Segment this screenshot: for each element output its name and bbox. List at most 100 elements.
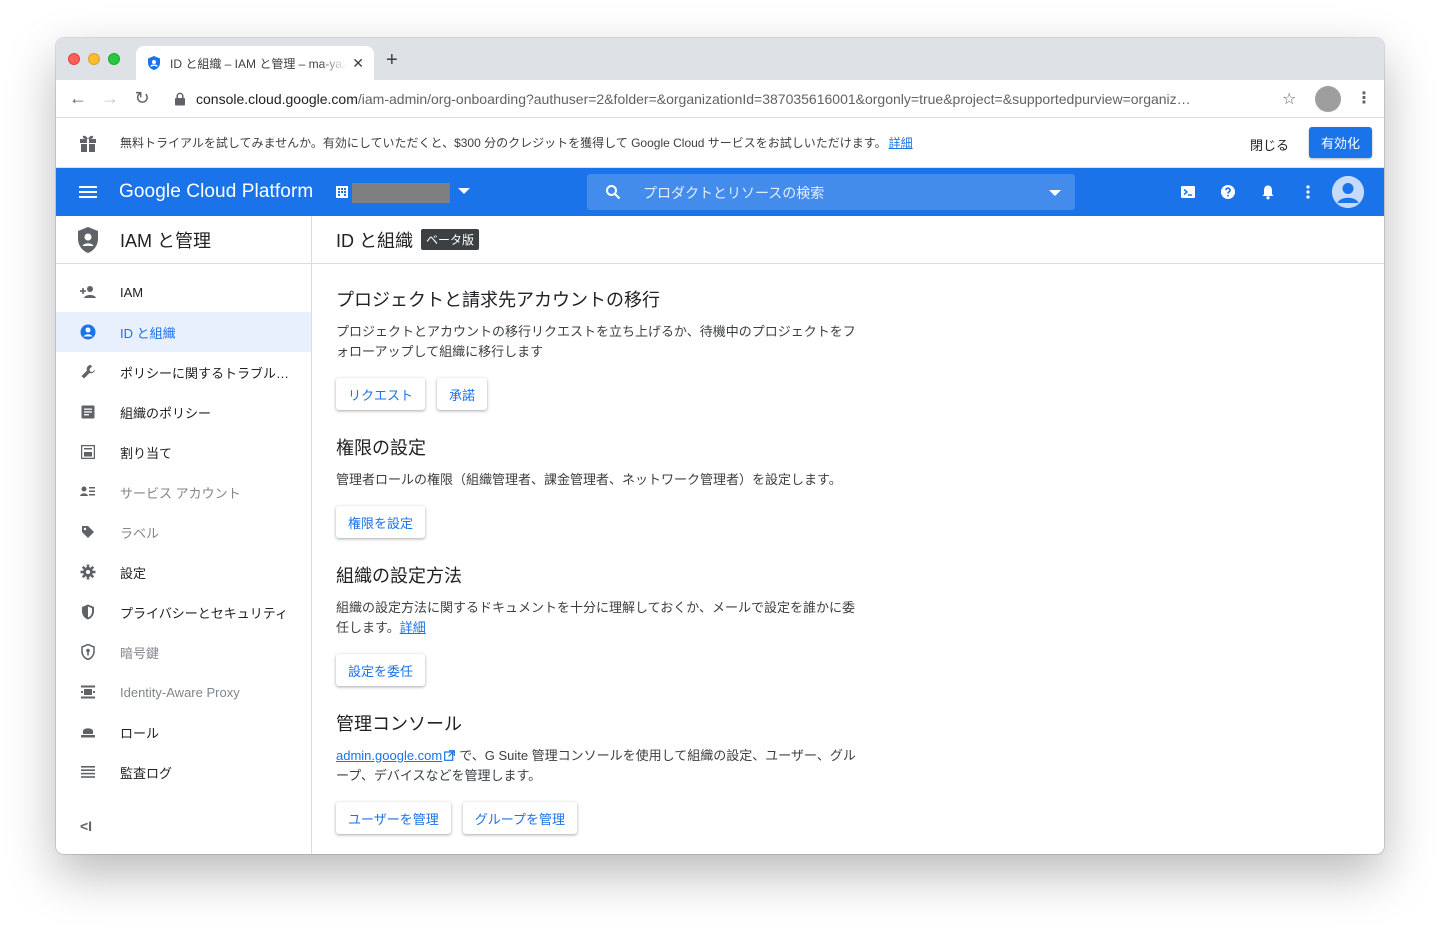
shield-icon	[79, 603, 97, 621]
audit-log-icon	[79, 763, 97, 781]
sidebar-item-identity-aware-proxy[interactable]: Identity-Aware Proxy	[56, 672, 311, 712]
sidebar-item-label: IAM	[120, 284, 144, 300]
url-host: console.cloud.google.com	[196, 91, 358, 107]
window-controls	[68, 53, 120, 65]
button-group: リクエスト 承諾	[336, 378, 856, 410]
search-input[interactable]: プロダクトとリソースの検索	[587, 174, 1075, 210]
sidebar-item-org-policies[interactable]: 組織のポリシー	[56, 392, 311, 432]
tab-title: ID と組織 – IAM と管理 – ma-yaz	[170, 56, 347, 71]
notifications-icon[interactable]	[1258, 182, 1278, 202]
sidebar-item-crypto-keys[interactable]: 暗号鍵	[56, 632, 311, 672]
gift-icon	[80, 135, 96, 152]
browser-profile-avatar[interactable]	[1315, 86, 1341, 112]
delegate-setup-button[interactable]: 設定を委任	[336, 654, 426, 686]
sidebar-item-settings[interactable]: 設定	[56, 552, 311, 592]
page-header: ID と組織 ベータ版	[312, 216, 1384, 264]
manage-groups-button[interactable]: グループを管理	[462, 802, 577, 834]
sidebar-title: IAM と管理	[120, 230, 212, 251]
sidebar-item-iam[interactable]: IAM	[56, 272, 311, 312]
accept-button[interactable]: 承諾	[437, 378, 488, 410]
more-vert-icon[interactable]	[1298, 182, 1318, 202]
activate-button[interactable]: 有効化	[1309, 127, 1372, 158]
sidebar: IAM と管理 IAM ID と組織 ポリシーに関するトラブルシューティング	[56, 216, 312, 854]
quota-icon	[79, 443, 97, 461]
sidebar-item-label: 暗号鍵	[120, 645, 160, 661]
gcp-brand-logo[interactable]: Google Cloud Platform	[119, 181, 313, 203]
button-group: 権限を設定	[336, 506, 856, 538]
new-tab-button[interactable]: +	[386, 50, 398, 70]
section-title: 組織の設定方法	[336, 566, 462, 586]
migrate-section: プロジェクトと請求先アカウントの移行 プロジェクトとアカウントの移行リクエストを…	[336, 286, 856, 410]
sidebar-item-service-accounts[interactable]: サービス アカウント	[56, 472, 311, 512]
service-account-icon	[79, 483, 97, 501]
bookmark-star-icon[interactable]: ☆	[1282, 89, 1296, 109]
sidebar-item-labels[interactable]: ラベル	[56, 512, 311, 552]
dismiss-button[interactable]: 閉じる	[1250, 135, 1289, 154]
request-button[interactable]: リクエスト	[336, 378, 426, 410]
organization-icon	[336, 186, 348, 198]
url-path: /iam-admin/org-onboarding?authuser=2&fol…	[357, 91, 1191, 107]
minimize-window-button[interactable]	[88, 53, 100, 65]
beta-badge: ベータ版	[421, 229, 480, 250]
manage-users-button[interactable]: ユーザーを管理	[336, 802, 451, 834]
gcp-top-nav: Google Cloud Platform プロダクトとリソースの検索	[56, 168, 1384, 216]
iap-icon	[79, 683, 97, 701]
section-description: 管理者ロールの権限（組織管理者、課金管理者、ネットワーク管理者）を設定します。	[336, 472, 842, 487]
sidebar-item-label: Identity-Aware Proxy	[120, 684, 240, 700]
policy-doc-icon	[79, 403, 97, 421]
account-circle-icon	[79, 323, 97, 341]
sidebar-item-label: 監査ログ	[120, 765, 173, 781]
button-group: 設定を委任	[336, 654, 856, 686]
banner-details-link[interactable]: 詳細	[889, 136, 913, 150]
browser-window: ID と組織 – IAM と管理 – ma-yaz ✕ + ← → ↻ cons…	[56, 38, 1384, 854]
url-text: console.cloud.google.com/iam-admin/org-o…	[196, 91, 1296, 107]
reload-icon[interactable]: ↻	[126, 88, 158, 109]
back-icon[interactable]: ←	[62, 88, 94, 109]
account-avatar[interactable]	[1332, 176, 1364, 208]
free-trial-banner: 無料トライアルを試してみませんか。有効にしていただくと、$300 分のクレジット…	[56, 118, 1384, 168]
set-permissions-button[interactable]: 権限を設定	[336, 506, 426, 538]
person-add-icon	[79, 283, 97, 301]
hamburger-menu-icon[interactable]	[78, 182, 98, 202]
setup-details-link[interactable]: 詳細	[400, 620, 426, 635]
tab-close-icon[interactable]: ✕	[352, 55, 364, 72]
sidebar-item-privacy-security[interactable]: プライバシーとセキュリティ	[56, 592, 311, 632]
section-description: admin.google.com で、G Suite 管理コンソールを使用して組織…	[336, 746, 856, 786]
collapse-sidebar-icon[interactable]: <I	[80, 818, 92, 834]
section-title: 管理コンソール	[336, 714, 462, 734]
sidebar-item-label: ラベル	[120, 525, 160, 541]
maximize-window-button[interactable]	[108, 53, 120, 65]
lock-icon	[175, 92, 185, 106]
sidebar-item-policy-troubleshooter[interactable]: ポリシーに関するトラブルシューティング	[56, 352, 311, 392]
key-shield-icon	[79, 643, 97, 661]
project-dropdown-caret-icon[interactable]	[458, 188, 470, 194]
sidebar-item-identity-organization[interactable]: ID と組織	[56, 312, 311, 352]
sidebar-header: IAM と管理	[56, 216, 311, 264]
help-icon[interactable]	[1218, 182, 1238, 202]
sidebar-item-label: ポリシーに関するトラブルシューティング	[120, 365, 290, 381]
sidebar-item-label: ロール	[120, 725, 160, 741]
section-description: 組織の設定方法に関するドキュメントを十分に理解しておくか、メールで設定を誰かに委…	[336, 598, 856, 638]
address-bar: ← → ↻ console.cloud.google.com/iam-admin…	[56, 80, 1384, 118]
sidebar-item-quotas[interactable]: 割り当て	[56, 432, 311, 472]
label-icon	[79, 523, 97, 541]
browser-tab[interactable]: ID と組織 – IAM と管理 – ma-yaz ✕	[136, 46, 374, 80]
cloud-shell-icon[interactable]	[1178, 182, 1198, 202]
settings-icon	[79, 563, 97, 581]
browser-menu-icon[interactable]: ⋮	[1356, 88, 1372, 108]
tab-bar: ID と組織 – IAM と管理 – ma-yaz ✕ +	[56, 38, 1384, 80]
section-title: プロジェクトと請求先アカウントの移行	[336, 290, 660, 310]
search-placeholder: プロダクトとリソースの検索	[643, 185, 825, 201]
admin-console-link[interactable]: admin.google.com	[336, 748, 442, 763]
banner-message: 無料トライアルを試してみませんか。有効にしていただくと、$300 分のクレジット…	[120, 134, 913, 151]
url-field[interactable]: console.cloud.google.com/iam-admin/org-o…	[166, 85, 1296, 113]
forward-icon[interactable]: →	[94, 88, 126, 109]
search-expand-caret-icon[interactable]	[1049, 190, 1061, 196]
main-panel: ID と組織 ベータ版 プロジェクトと請求先アカウントの移行 プロジェクトとアカ…	[312, 216, 1384, 854]
sidebar-item-audit-logs[interactable]: 監査ログ	[56, 752, 311, 792]
sidebar-item-label: プライバシーとセキュリティ	[120, 605, 288, 621]
sidebar-item-roles[interactable]: ロール	[56, 712, 311, 752]
sidebar-item-label: 組織のポリシー	[120, 405, 212, 421]
close-window-button[interactable]	[68, 53, 80, 65]
project-selector-redacted[interactable]	[352, 183, 450, 203]
